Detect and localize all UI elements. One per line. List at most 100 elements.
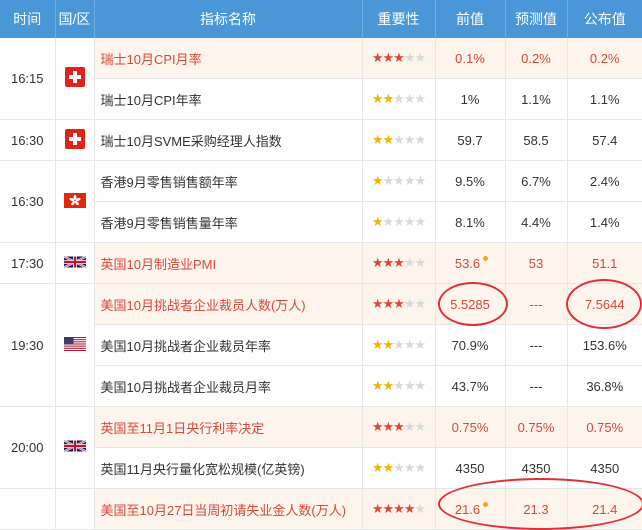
header-time: 时间 <box>0 0 56 38</box>
importance-stars: ★★★★★ <box>362 406 436 448</box>
indicator-name[interactable]: 香港9月零售销售量年率 <box>94 201 363 243</box>
previous-value: 53.6 <box>454 255 481 271</box>
actual-value: 4350 <box>567 447 642 489</box>
actual-value: 153.6% <box>567 324 642 366</box>
actual-value: 21.4 <box>567 488 642 530</box>
indicator-name[interactable]: 瑞士10月SVME采购经理人指数 <box>94 119 363 161</box>
release-time: 17:30 <box>0 242 56 284</box>
table-row[interactable]: 19:30 美国10月挑战者企业裁员人数(万人) ★★★★★ 5.5285 --- 7.5… <box>0 283 642 407</box>
actual-value: 1.4% <box>567 201 642 243</box>
table-row[interactable]: 16:15 瑞士10月CPI月率 ★★★★★ 0.1% 0.2% 0.2% <box>0 38 642 120</box>
star-rating-icon: ★★★★★ <box>371 255 426 270</box>
us-flag-icon <box>63 336 86 354</box>
actual-value: 1.1% <box>567 78 642 120</box>
previous-value: 1% <box>460 91 480 107</box>
region-cell <box>55 242 95 284</box>
swiss-flag-icon <box>64 128 85 152</box>
previous-value: 70.9% <box>451 337 489 353</box>
importance-stars: ★★★★★ <box>362 365 436 407</box>
indicator-name[interactable]: 美国10月挑战者企业裁员月率 <box>94 365 363 407</box>
release-time: 20:00 <box>0 406 56 489</box>
region-cell <box>55 283 95 407</box>
forecast-value: 4.4% <box>505 201 568 243</box>
actual-value: 57.4 <box>567 119 642 161</box>
importance-stars: ★★★★★ <box>362 119 436 161</box>
actual-value: 0.2% <box>567 38 642 79</box>
release-time: 16:30 <box>0 160 56 243</box>
importance-stars: ★★★★★ <box>362 283 436 325</box>
actual-value: 0.75% <box>567 406 642 448</box>
table-row[interactable]: 美国10月挑战者企业裁员年率 ★★★★★ 70.9% --- 153.6% <box>0 324 642 366</box>
table-row[interactable]: 16:30 香港9月零售销售额年率 ★★★★★ 9.5% 6.7% 2.4% <box>0 160 642 243</box>
economic-calendar-table: 时间 国/区 指标名称 重要性 前值 预测值 公布值 16:15 瑞士10月CPI… <box>0 0 642 530</box>
table-row[interactable]: 20:00 英国至11月1日央行利率决定 ★★★★★ 0.75% 0.75% 0.75% <box>0 406 642 489</box>
previous-value-cell: 0.75% <box>435 406 506 448</box>
indicator-name[interactable]: 瑞士10月CPI月率 <box>94 38 363 79</box>
header-actual: 公布值 <box>567 0 642 38</box>
previous-value-cell: 5.5285 <box>435 283 506 325</box>
header-previous: 前值 <box>435 0 506 38</box>
uk-flag-icon <box>63 255 86 272</box>
star-rating-icon: ★★★★★ <box>371 501 426 516</box>
indicator-name[interactable]: 美国10月挑战者企业裁员人数(万人) <box>94 283 363 325</box>
previous-value-cell: 9.5% <box>435 160 506 202</box>
release-time: 16:15 <box>0 38 56 120</box>
importance-stars: ★★★★★ <box>362 38 436 79</box>
table-row[interactable]: 美国至10月27日当周初请失业金人数(万人) ★★★★★ 21.6 21.3 21.4 <box>0 488 642 530</box>
previous-value: 9.5% <box>455 173 485 189</box>
actual-value: 2.4% <box>567 160 642 202</box>
actual-value: 7.5644 <box>567 283 642 325</box>
forecast-value: --- <box>505 283 568 325</box>
forecast-value: 6.7% <box>505 160 568 202</box>
previous-value-cell: 70.9% <box>435 324 506 366</box>
previous-value: 43.7% <box>451 378 489 394</box>
forecast-value: 21.3 <box>505 488 568 530</box>
previous-value-cell: 8.1% <box>435 201 506 243</box>
previous-value: 8.1% <box>455 214 485 230</box>
star-rating-icon: ★★★★★ <box>371 214 426 229</box>
forecast-value: 53 <box>505 242 568 284</box>
table-row[interactable]: 瑞士10月CPI年率 ★★★★★ 1% 1.1% 1.1% <box>0 78 642 120</box>
previous-value: 59.7 <box>457 132 483 148</box>
indicator-name[interactable]: 瑞士10月CPI年率 <box>94 78 363 120</box>
indicator-name[interactable]: 香港9月零售销售额年率 <box>94 160 363 202</box>
indicator-name[interactable]: 美国至10月27日当周初请失业金人数(万人) <box>94 488 363 530</box>
table-row[interactable]: 香港9月零售销售量年率 ★★★★★ 8.1% 4.4% 1.4% <box>0 201 642 243</box>
table-row[interactable]: 美国10月挑战者企业裁员月率 ★★★★★ 43.7% --- 36.8% <box>0 365 642 407</box>
uk-flag-icon <box>63 439 86 456</box>
forecast-value: --- <box>505 365 568 407</box>
importance-stars: ★★★★★ <box>362 160 436 202</box>
star-rating-icon: ★★★★★ <box>371 132 426 147</box>
previous-value-cell: 4350 <box>435 447 506 489</box>
forecast-value: 4350 <box>505 447 568 489</box>
star-rating-icon: ★★★★★ <box>371 337 426 352</box>
indicator-name[interactable]: 英国11月央行量化宽松规模(亿英镑) <box>94 447 363 489</box>
importance-stars: ★★★★★ <box>362 447 436 489</box>
indicator-name[interactable]: 美国10月挑战者企业裁员年率 <box>94 324 363 366</box>
star-rating-icon: ★★★★★ <box>371 460 426 475</box>
indicator-name[interactable]: 英国10月制造业PMI <box>94 242 363 284</box>
previous-value-cell: 1% <box>435 78 506 120</box>
forecast-value: --- <box>505 324 568 366</box>
release-time: 19:30 <box>0 283 56 407</box>
revised-dot-icon <box>483 255 489 261</box>
star-rating-icon: ★★★★★ <box>371 378 426 393</box>
forecast-value: 0.2% <box>505 38 568 79</box>
table-header-row: 时间 国/区 指标名称 重要性 前值 预测值 公布值 <box>0 0 642 38</box>
importance-stars: ★★★★★ <box>362 488 436 530</box>
table-row[interactable]: 17:30 英国10月制造业PMI ★★★★★ 53.6 53 51.1 <box>0 242 642 284</box>
header-region: 国/区 <box>55 0 95 38</box>
table-row[interactable]: 英国11月央行量化宽松规模(亿英镑) ★★★★★ 4350 4350 4350 <box>0 447 642 489</box>
revised-dot-icon <box>483 501 489 507</box>
previous-value-cell: 0.1% <box>435 38 506 79</box>
region-cell <box>55 160 95 243</box>
release-time: 16:30 <box>0 119 56 161</box>
region-cell <box>55 488 95 530</box>
header-forecast: 预测值 <box>505 0 568 38</box>
indicator-name[interactable]: 英国至11月1日央行利率决定 <box>94 406 363 448</box>
header-importance: 重要性 <box>362 0 436 38</box>
previous-value-cell: 53.6 <box>435 242 506 284</box>
previous-value-cell: 59.7 <box>435 119 506 161</box>
previous-value: 0.75% <box>451 419 489 435</box>
table-row[interactable]: 16:30 瑞士10月SVME采购经理人指数 ★★★★★ 59.7 58.5 57.4 <box>0 119 642 161</box>
